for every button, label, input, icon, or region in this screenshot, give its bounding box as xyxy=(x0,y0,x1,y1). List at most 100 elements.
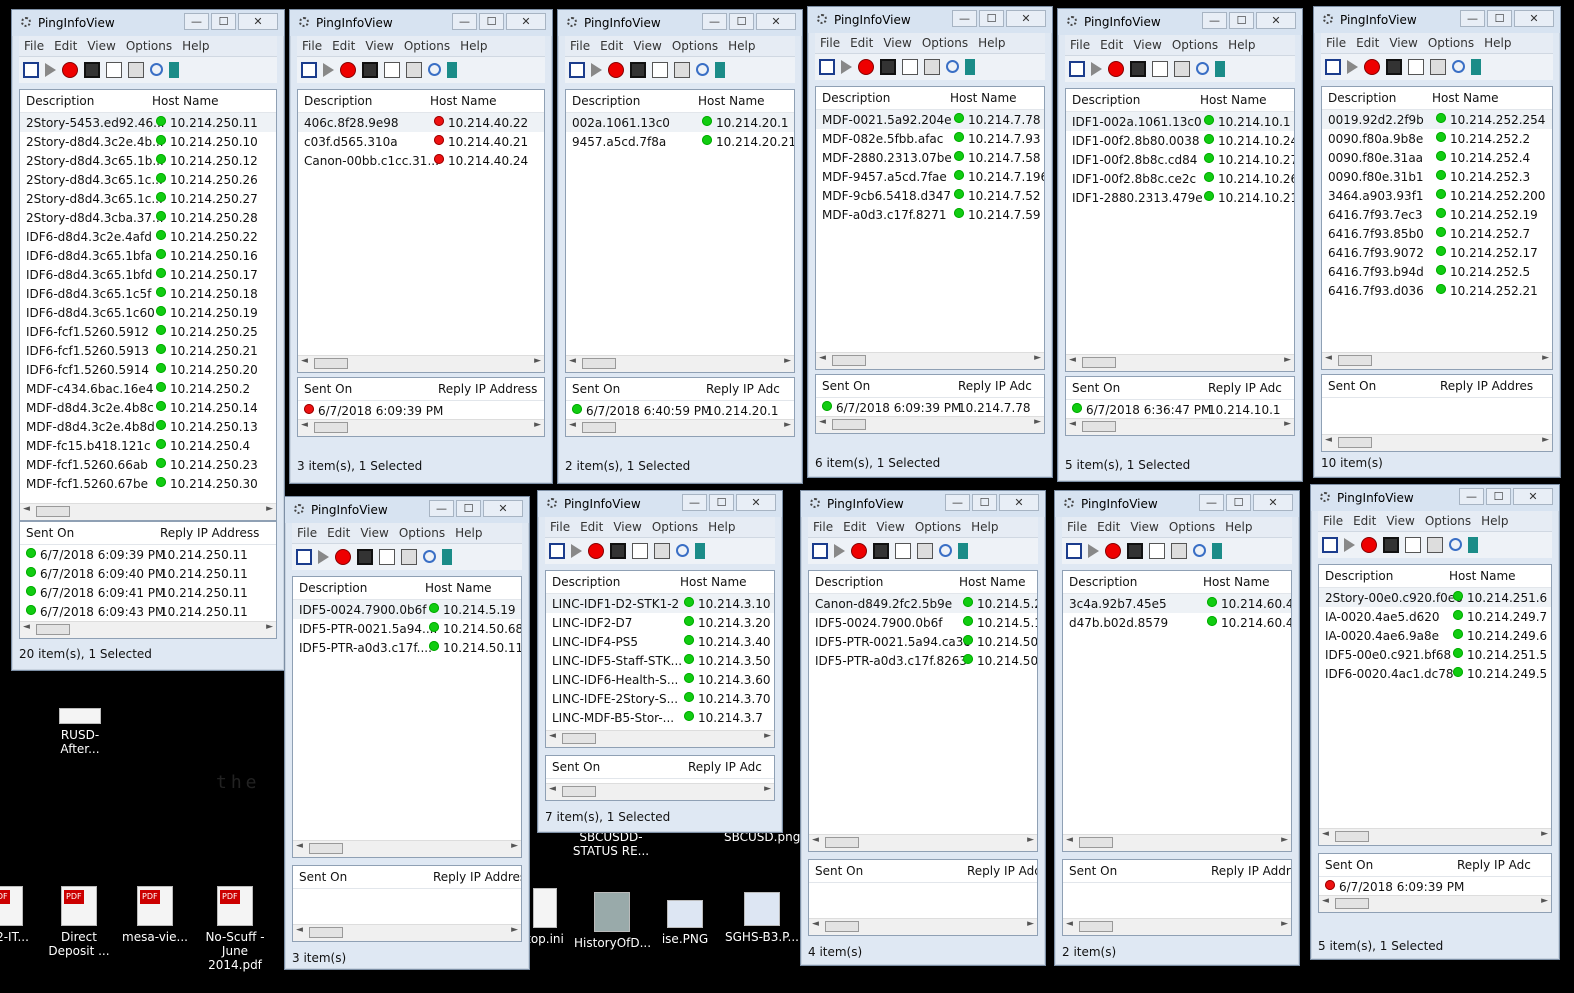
copy-icon[interactable] xyxy=(902,59,918,75)
save-icon[interactable] xyxy=(362,62,378,78)
maximize-button[interactable]: ☐ xyxy=(1229,12,1254,29)
save-icon[interactable] xyxy=(880,59,896,75)
column-reply-ip[interactable]: Reply IP Adc xyxy=(1208,381,1282,395)
close-button[interactable]: ✕ xyxy=(1253,494,1293,511)
scroll-right-icon[interactable]: ► xyxy=(1542,435,1549,445)
ping-log-list[interactable]: Sent OnReply IP Adc6/7/2018 6:09:39 PM6/… xyxy=(1318,853,1552,913)
table-row[interactable]: 6416.7f93.7ec3 10.214.252.19 xyxy=(1322,205,1552,224)
menu-edit[interactable]: Edit xyxy=(595,36,628,53)
scroll-left-icon[interactable]: ◄ xyxy=(1322,896,1329,906)
log-row[interactable]: 6/7/2018 6:40:59 PM 10.214.20.1 xyxy=(566,401,794,420)
start-ping-icon[interactable] xyxy=(1344,538,1355,552)
column-host-name[interactable]: Host Name xyxy=(1432,91,1499,105)
horizontal-scrollbar[interactable]: ◄ ► xyxy=(1319,828,1551,845)
scroll-right-icon[interactable]: ► xyxy=(1284,419,1291,429)
scroll-right-icon[interactable]: ► xyxy=(764,784,771,794)
horizontal-scrollbar[interactable]: ◄ ► xyxy=(566,355,794,372)
maximize-button[interactable]: ☐ xyxy=(1487,10,1512,27)
options-icon[interactable] xyxy=(401,549,417,565)
scroll-left-icon[interactable]: ◄ xyxy=(819,417,826,427)
column-reply-ip[interactable]: Reply IP Addres xyxy=(1440,379,1533,393)
find-icon[interactable] xyxy=(696,63,709,76)
close-button[interactable]: ✕ xyxy=(1256,12,1296,29)
scroll-right-icon[interactable]: ► xyxy=(1541,896,1548,906)
column-sent-on[interactable]: Sent On xyxy=(304,382,352,396)
menu-options[interactable]: Options xyxy=(917,33,973,50)
close-button[interactable]: ✕ xyxy=(1006,10,1046,27)
table-row[interactable]: IDF1-2880.2313.479e 10.214.10.21 xyxy=(1066,188,1294,207)
exit-icon[interactable] xyxy=(442,549,452,565)
column-description[interactable]: Description xyxy=(552,575,620,589)
minimize-button[interactable]: — xyxy=(1202,12,1227,29)
title-bar[interactable]: PingInfoView — ☐ ✕ xyxy=(12,10,284,36)
find-icon[interactable] xyxy=(1449,538,1462,551)
find-icon[interactable] xyxy=(428,63,441,76)
maximize-button[interactable]: ☐ xyxy=(709,494,734,511)
log-row[interactable]: 6/7/2018 6:09:41 PM 10.214.250.11 xyxy=(20,583,276,602)
table-row[interactable]: IA-0020.4ae5.d620 10.214.249.7 xyxy=(1319,607,1551,626)
maximize-button[interactable]: ☐ xyxy=(211,13,236,30)
close-button[interactable]: ✕ xyxy=(1514,10,1554,27)
ping-log-list[interactable]: Sent On Reply IP Adc 6/7/2018 6:40:59 PM 10… xyxy=(565,377,795,437)
horizontal-scrollbar[interactable]: ◄ ► xyxy=(1322,434,1552,451)
start-ping-icon[interactable] xyxy=(841,60,852,74)
menu-edit[interactable]: Edit xyxy=(845,33,878,50)
scroll-right-icon[interactable]: ► xyxy=(1284,355,1291,365)
scroll-thumb[interactable] xyxy=(1335,898,1369,909)
maximize-button[interactable]: ☐ xyxy=(1226,494,1251,511)
table-row[interactable]: IDF6-d8d4.3c2e.4afd 10.214.250.22 xyxy=(20,227,276,246)
table-row[interactable]: Canon-d849.2fc2.5b9e 10.214.5.22 xyxy=(809,594,1037,613)
log-row[interactable]: 6/7/2018 6:09:39 PM xyxy=(298,401,544,420)
table-row[interactable]: 0019.92d2.2f9b 10.214.252.254 xyxy=(1322,110,1552,129)
scroll-right-icon[interactable]: ► xyxy=(784,420,791,430)
scroll-thumb[interactable] xyxy=(825,921,859,932)
start-ping-icon[interactable] xyxy=(591,63,602,77)
scroll-thumb[interactable] xyxy=(825,837,859,848)
column-sent-on[interactable]: Sent On xyxy=(1072,381,1120,395)
minimize-button[interactable]: — xyxy=(945,494,970,511)
scroll-left-icon[interactable]: ◄ xyxy=(549,731,556,741)
exit-icon[interactable] xyxy=(965,59,975,75)
host-list[interactable]: Description Host Name 406c.8f28.9e98 10.214… xyxy=(297,89,545,373)
find-icon[interactable] xyxy=(946,60,959,73)
host-list[interactable]: Description Host Name IDF5-0024.7900.0b6f 1… xyxy=(292,576,522,858)
log-row[interactable]: 6/7/2018 6:09:39 PM xyxy=(1319,877,1551,896)
scroll-thumb[interactable] xyxy=(832,355,866,366)
title-bar[interactable]: PingInfoView — ☐ ✕ xyxy=(285,497,529,523)
table-row[interactable]: 2Story-d8d4.3c65.1c... 10.214.250.27 xyxy=(20,189,276,208)
host-list[interactable]: Description Host Name MDF-0021.5a92.204e 10… xyxy=(815,86,1045,370)
menu-view[interactable]: View xyxy=(1128,35,1166,52)
start-ping-icon[interactable] xyxy=(1347,60,1358,74)
table-row[interactable]: IDF6-d8d4.3c65.1bfa 10.214.250.16 xyxy=(20,246,276,265)
scroll-left-icon[interactable]: ◄ xyxy=(819,353,826,363)
title-bar[interactable]: PingInfoView — ☐ ✕ xyxy=(290,10,552,36)
scroll-left-icon[interactable]: ◄ xyxy=(569,356,576,366)
column-reply-ip[interactable]: Reply IP Address xyxy=(438,382,537,396)
scroll-thumb[interactable] xyxy=(562,733,596,744)
minimize-button[interactable]: — xyxy=(702,13,727,30)
copy-icon[interactable] xyxy=(895,543,911,559)
scroll-left-icon[interactable]: ◄ xyxy=(812,919,819,929)
horizontal-scrollbar[interactable]: ◄ ► xyxy=(298,355,544,372)
maximize-button[interactable]: ☐ xyxy=(729,13,754,30)
scroll-thumb[interactable] xyxy=(582,422,616,433)
minimize-button[interactable]: — xyxy=(682,494,707,511)
menu-edit[interactable]: Edit xyxy=(322,523,355,540)
find-icon[interactable] xyxy=(939,544,952,557)
maximize-button[interactable]: ☐ xyxy=(456,500,481,517)
horizontal-scrollbar[interactable]: ◄ ► xyxy=(546,783,774,800)
scroll-right-icon[interactable]: ► xyxy=(511,841,518,851)
scroll-left-icon[interactable]: ◄ xyxy=(296,841,303,851)
scroll-left-icon[interactable]: ◄ xyxy=(301,356,308,366)
column-reply-ip[interactable]: Reply IP Adc xyxy=(958,379,1032,393)
menu-edit[interactable]: Edit xyxy=(49,36,82,53)
scroll-left-icon[interactable]: ◄ xyxy=(1325,353,1332,363)
options-icon[interactable] xyxy=(1427,537,1443,553)
table-row[interactable]: IDF5-PTR-a0d3.c17f.... 10.214.50.112 xyxy=(293,638,521,657)
scroll-thumb[interactable] xyxy=(36,506,70,517)
column-host-name[interactable]: Host Name xyxy=(1449,569,1516,583)
menu-options[interactable]: Options xyxy=(1167,35,1223,52)
table-row[interactable]: 002a.1061.13c0 10.214.20.1 xyxy=(566,113,794,132)
close-button[interactable]: ✕ xyxy=(999,494,1039,511)
table-row[interactable]: MDF-fc15.b418.121c 10.214.250.4 xyxy=(20,436,276,455)
